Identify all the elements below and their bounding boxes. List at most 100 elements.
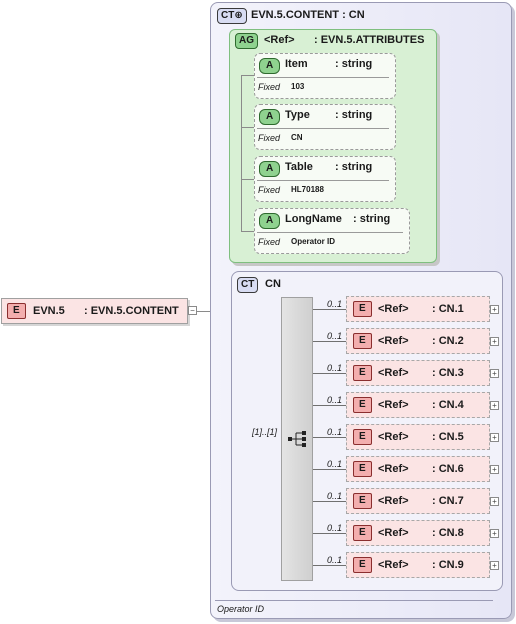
element-name: : CN.4 — [432, 399, 464, 411]
element-name: : CN.8 — [432, 527, 464, 539]
element-cn2[interactable]: E <Ref> : CN.2 — [346, 328, 490, 354]
element-ref: <Ref> — [378, 367, 409, 379]
element-ref: <Ref> — [378, 399, 409, 411]
element-name: : CN.5 — [432, 431, 464, 443]
attr-connector — [241, 179, 254, 180]
element-cardinality: 0..1 — [327, 299, 343, 309]
plus-icon[interactable]: + — [490, 497, 499, 506]
element-connector — [313, 309, 346, 310]
element-ref: <Ref> — [378, 335, 409, 347]
element-cardinality: 0..1 — [327, 395, 343, 405]
fixed-label: Fixed — [258, 82, 281, 92]
element-connector — [313, 373, 346, 374]
sequence-icon — [288, 431, 306, 447]
plus-icon[interactable]: + — [490, 337, 499, 346]
attribute-badge: A — [259, 109, 281, 125]
element-ref: <Ref> — [378, 303, 409, 315]
element-connector — [313, 437, 346, 438]
element-ref: <Ref> — [378, 495, 409, 507]
attribute-group-ref: <Ref> — [264, 34, 295, 46]
element-cn6[interactable]: E <Ref> : CN.6 — [346, 456, 490, 482]
fixed-value: Operator ID — [291, 237, 336, 246]
attribute-badge: A — [259, 161, 281, 177]
element-cardinality: 0..1 — [327, 459, 343, 469]
fixed-value: CN — [291, 133, 303, 142]
element-cn4[interactable]: E <Ref> : CN.4 — [346, 392, 490, 418]
root-element[interactable]: E EVN.5 : EVN.5.CONTENT — [1, 298, 188, 324]
attribute-name: Item — [285, 58, 308, 70]
attribute-type-label: : string — [335, 109, 373, 121]
element-cardinality: 0..1 — [327, 491, 343, 501]
attribute-group-badge: AG — [235, 33, 258, 49]
attribute-table[interactable]: A Table : string Fixed HL70188 — [254, 156, 396, 202]
element-badge: E — [353, 493, 372, 509]
attribute-type[interactable]: A Type : string Fixed CN — [254, 104, 396, 150]
attribute-name: LongName — [285, 213, 342, 225]
element-badge: E — [353, 461, 372, 477]
element-cn9[interactable]: E <Ref> : CN.9 — [346, 552, 490, 578]
attr-connector — [241, 127, 254, 128]
element-badge: E — [353, 557, 372, 573]
attribute-type: : string — [335, 58, 373, 70]
complex-type-title: EVN.5.CONTENT : CN — [251, 9, 365, 21]
plus-icon[interactable]: + — [490, 305, 499, 314]
attribute-group-name: : EVN.5.ATTRIBUTES — [314, 34, 425, 46]
element-cardinality: 0..1 — [327, 331, 343, 341]
minus-icon[interactable]: − — [188, 306, 197, 315]
sequence-cardinality: [1]..[1] — [252, 427, 278, 437]
complex-type-badge: CT⊕ — [217, 8, 247, 24]
root-element-type: : EVN.5.CONTENT — [84, 305, 179, 317]
attribute-name: Table — [285, 161, 313, 173]
element-cn8[interactable]: E <Ref> : CN.8 — [346, 520, 490, 546]
attr-connector — [241, 75, 254, 76]
element-cardinality: 0..1 — [327, 523, 343, 533]
attribute-tree-line — [241, 75, 242, 231]
plus-icon[interactable]: + — [490, 401, 499, 410]
element-badge: E — [353, 333, 372, 349]
element-name: : CN.1 — [432, 303, 464, 315]
plus-circle-icon: ⊕ — [234, 10, 243, 21]
plus-icon[interactable]: + — [490, 433, 499, 442]
plus-icon[interactable]: + — [490, 369, 499, 378]
element-ref: <Ref> — [378, 431, 409, 443]
element-badge: E — [353, 397, 372, 413]
element-badge: E — [353, 301, 372, 317]
attribute-name: Type — [285, 109, 310, 121]
plus-icon[interactable]: + — [490, 465, 499, 474]
element-name: : CN.3 — [432, 367, 464, 379]
element-cn5[interactable]: E <Ref> : CN.5 — [346, 424, 490, 450]
element-badge: E — [353, 365, 372, 381]
plus-icon[interactable]: + — [490, 529, 499, 538]
fixed-label: Fixed — [258, 133, 281, 143]
footer-divider — [215, 600, 493, 601]
attribute-type-label: : string — [335, 161, 373, 173]
attribute-item[interactable]: A Item : string Fixed 103 — [254, 53, 396, 99]
root-element-name: EVN.5 — [33, 305, 65, 317]
element-connector — [313, 501, 346, 502]
element-connector — [313, 405, 346, 406]
attribute-longname[interactable]: A LongName : string Fixed Operator ID — [254, 208, 410, 254]
fixed-label: Fixed — [258, 185, 281, 195]
cn-type-title: CN — [265, 278, 281, 290]
element-connector — [313, 469, 346, 470]
element-cn1[interactable]: E <Ref> : CN.1 — [346, 296, 490, 322]
attribute-badge: A — [259, 58, 281, 74]
element-cn7[interactable]: E <Ref> : CN.7 — [346, 488, 490, 514]
element-name: : CN.6 — [432, 463, 464, 475]
sequence-compositor[interactable] — [281, 297, 313, 581]
element-cardinality: 0..1 — [327, 427, 343, 437]
element-cardinality: 0..1 — [327, 555, 343, 565]
element-ref: <Ref> — [378, 527, 409, 539]
cn-type-badge: CT — [237, 277, 259, 293]
element-connector — [313, 533, 346, 534]
element-badge: E — [353, 429, 372, 445]
attribute-badge: A — [259, 213, 281, 229]
element-name: : CN.7 — [432, 495, 464, 507]
element-cn3[interactable]: E <Ref> : CN.3 — [346, 360, 490, 386]
fixed-value: 103 — [291, 82, 305, 91]
element-name: : CN.9 — [432, 559, 464, 571]
element-badge: E — [7, 303, 26, 319]
plus-icon[interactable]: + — [490, 561, 499, 570]
element-ref: <Ref> — [378, 559, 409, 571]
attribute-type-label: : string — [353, 213, 391, 225]
